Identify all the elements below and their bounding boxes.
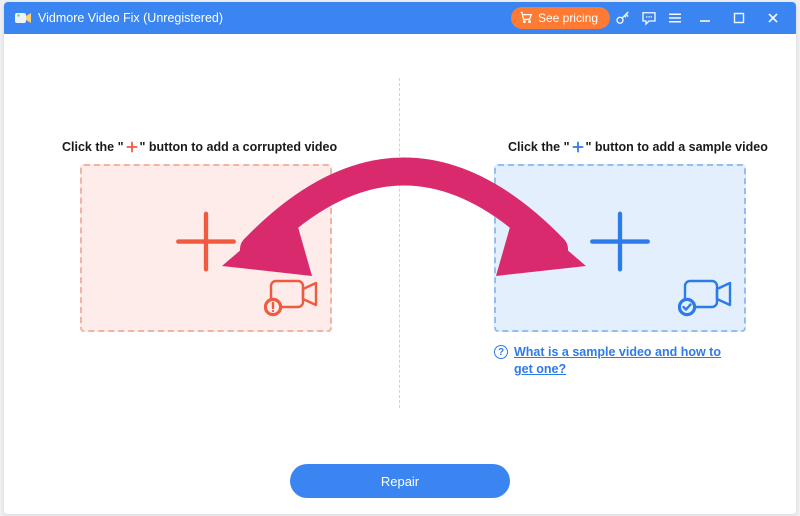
close-button[interactable] bbox=[756, 2, 790, 34]
feedback-icon[interactable] bbox=[636, 2, 662, 34]
plus-icon bbox=[169, 205, 243, 284]
see-pricing-button[interactable]: See pricing bbox=[511, 7, 610, 29]
sample-video-help: ? What is a sample video and how to get … bbox=[494, 344, 739, 378]
plus-icon bbox=[125, 140, 139, 157]
content-area: Click the "" button to add a corrupted v… bbox=[4, 34, 796, 514]
camera-error-icon bbox=[264, 275, 320, 322]
add-sample-video-dropzone[interactable] bbox=[494, 164, 746, 332]
repair-label: Repair bbox=[381, 474, 419, 489]
titlebar: Vidmore Video Fix (Unregistered) See pri… bbox=[4, 2, 796, 34]
camera-ok-icon bbox=[678, 275, 734, 322]
instruction-corrupted: Click the "" button to add a corrupted v… bbox=[62, 140, 337, 157]
plus-icon bbox=[571, 140, 585, 157]
key-icon[interactable] bbox=[610, 2, 636, 34]
instruction-sample: Click the "" button to add a sample vide… bbox=[508, 140, 768, 157]
see-pricing-label: See pricing bbox=[538, 11, 598, 25]
maximize-button[interactable] bbox=[722, 2, 756, 34]
add-corrupted-video-dropzone[interactable] bbox=[80, 164, 332, 332]
vertical-divider bbox=[399, 78, 400, 408]
app-title: Vidmore Video Fix (Unregistered) bbox=[38, 11, 223, 25]
plus-icon bbox=[583, 205, 657, 284]
sample-video-help-link[interactable]: What is a sample video and how to get on… bbox=[514, 344, 739, 378]
app-logo-icon bbox=[14, 9, 32, 27]
app-window: Vidmore Video Fix (Unregistered) See pri… bbox=[4, 2, 796, 514]
minimize-button[interactable] bbox=[688, 2, 722, 34]
cart-icon bbox=[519, 10, 533, 27]
repair-button[interactable]: Repair bbox=[290, 464, 510, 498]
menu-icon[interactable] bbox=[662, 2, 688, 34]
help-icon: ? bbox=[494, 345, 508, 359]
